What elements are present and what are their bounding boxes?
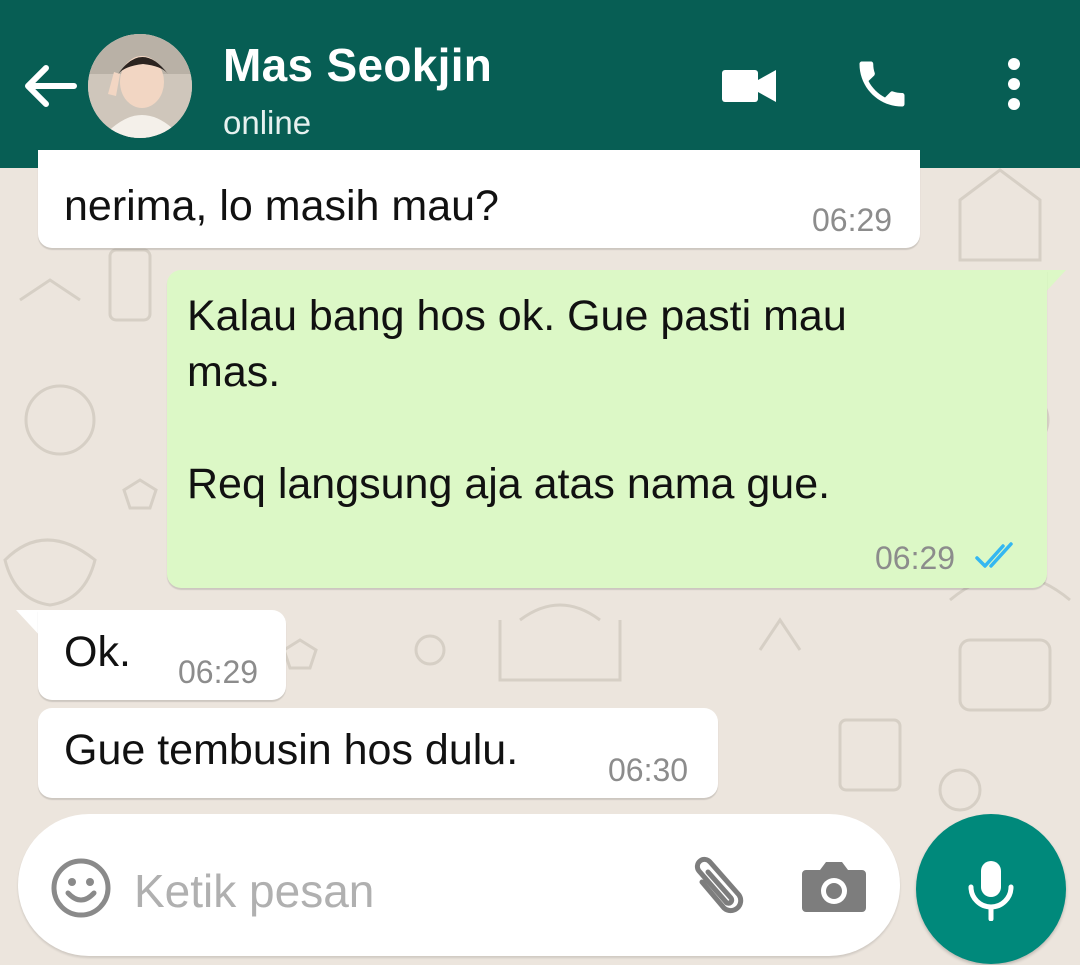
message-bubble-outgoing[interactable]: Kalau bang hos ok. Gue pasti mau mas. Re… (167, 270, 1047, 588)
microphone-icon (968, 861, 1014, 921)
contact-status: online (223, 104, 312, 141)
message-bubble-incoming[interactable]: nerima, lo masih mau? 06:29 (38, 150, 920, 248)
message-text: Kalau bang hos ok. Gue pasti mau mas. Re… (187, 292, 847, 508)
paperclip-icon[interactable] (680, 852, 752, 924)
message-text: nerima, lo masih mau? (64, 182, 499, 230)
message-time: 06:29 (178, 654, 259, 690)
message-time: 06:30 (608, 752, 689, 788)
message-time: 06:29 (812, 202, 893, 238)
voice-call-button[interactable] (850, 52, 914, 116)
message-text: Ok. (64, 628, 131, 676)
avatar[interactable] (88, 34, 192, 138)
arrow-left-icon (25, 65, 77, 107)
message-bubble-incoming[interactable]: Gue tembusin hos dulu. 06:30 (38, 708, 718, 798)
emoji-icon[interactable] (50, 857, 112, 919)
video-call-button[interactable] (718, 56, 782, 116)
more-options-button[interactable] (994, 52, 1034, 116)
message-input[interactable]: Ketik pesan (134, 864, 374, 918)
back-button[interactable] (18, 54, 82, 118)
contact-name[interactable]: Mas Seokjin (223, 38, 492, 92)
video-call-icon (722, 70, 776, 102)
double-check-icon (975, 542, 1013, 568)
message-time: 06:29 (875, 540, 956, 576)
voice-message-button[interactable] (916, 814, 1066, 964)
phone-icon (859, 61, 905, 107)
more-vertical-icon (1008, 58, 1020, 110)
chat-header: Mas Seokjin online (0, 0, 1080, 168)
message-text: Gue tembusin hos dulu. (64, 726, 519, 774)
message-bubble-incoming[interactable]: Ok. 06:29 (38, 610, 286, 700)
camera-icon[interactable] (800, 854, 868, 918)
